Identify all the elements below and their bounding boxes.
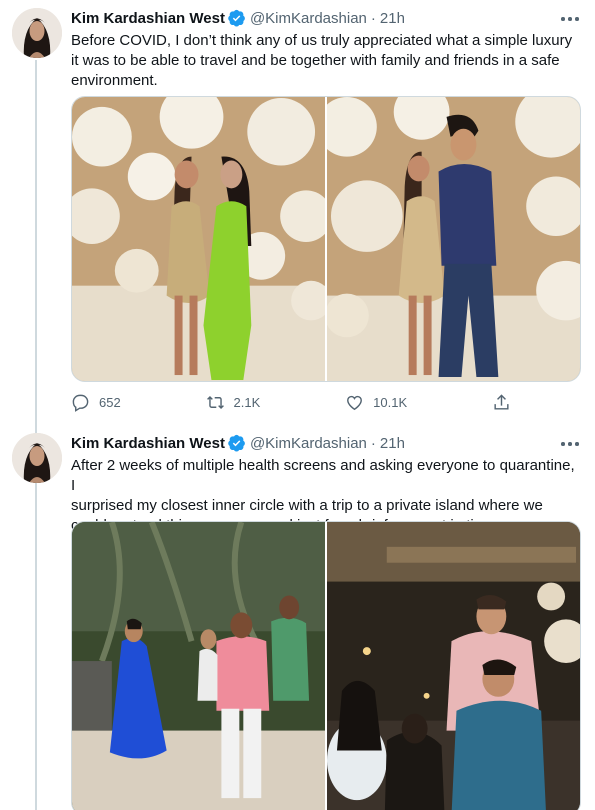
verified-badge-icon [228, 434, 246, 452]
photo-couple-lanterns[interactable] [327, 97, 580, 381]
separator-dot: · [370, 434, 376, 452]
verified-badge-icon [228, 9, 246, 27]
like-icon [347, 395, 363, 411]
tweet-timestamp[interactable]: 21h [380, 10, 405, 27]
like-button[interactable]: 10.1K [345, 393, 407, 412]
tweet-actions: 652 2.1K 10.1K [71, 393, 511, 412]
like-count: 10.1K [373, 395, 408, 410]
tweet-header: Kim Kardashian West @KimKardashian · 21h [71, 432, 405, 454]
separator-dot: · [370, 9, 376, 27]
author-handle[interactable]: @KimKardashian [250, 10, 367, 27]
share-button[interactable] [492, 393, 511, 412]
tweet-text: Before COVID, I don’t think any of us tr… [71, 32, 573, 89]
tweet-header: Kim Kardashian West @KimKardashian · 21h [71, 7, 405, 29]
photo-dinner-party[interactable] [327, 522, 580, 810]
tweet-1[interactable]: Kim Kardashian West @KimKardashian · 21h… [0, 0, 595, 425]
author-name[interactable]: Kim Kardashian West [71, 435, 225, 452]
photo-two-women-lanterns[interactable] [72, 97, 325, 381]
retweet-button[interactable]: 2.1K [206, 393, 261, 412]
reply-button[interactable]: 652 [71, 393, 121, 412]
retweet-icon [206, 395, 224, 410]
tweet-2[interactable]: Kim Kardashian West @KimKardashian · 21h… [0, 425, 595, 810]
author-handle[interactable]: @KimKardashian [250, 435, 367, 452]
reply-icon [72, 394, 89, 412]
tweet-timestamp[interactable]: 21h [380, 435, 405, 452]
tweet-media [71, 521, 581, 810]
retweet-count: 2.1K [233, 395, 261, 410]
avatar[interactable] [12, 433, 62, 483]
avatar[interactable] [12, 8, 62, 58]
photo-beach-walk[interactable] [72, 522, 325, 810]
reply-count: 652 [99, 395, 121, 410]
tweet-media [71, 96, 581, 382]
author-name[interactable]: Kim Kardashian West [71, 10, 225, 27]
more-options-icon[interactable] [559, 9, 581, 27]
more-options-icon[interactable] [559, 434, 581, 452]
share-icon [494, 394, 509, 410]
